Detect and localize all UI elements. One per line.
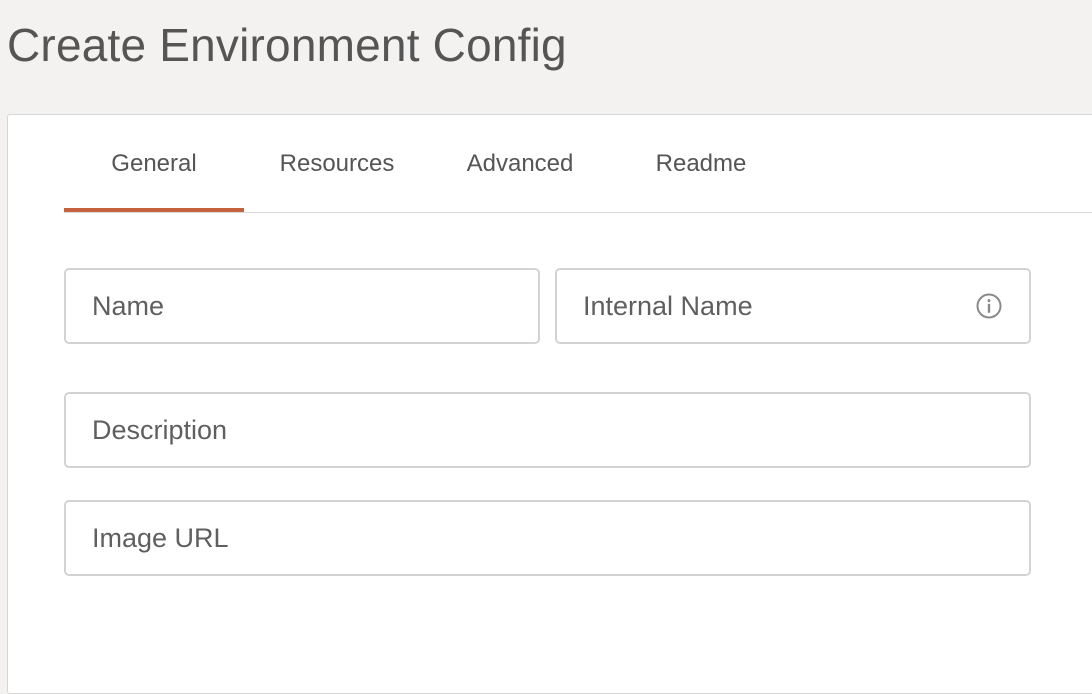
- name-input[interactable]: [92, 270, 484, 342]
- image-url-input[interactable]: [92, 502, 975, 574]
- tab-bar: General Resources Advanced Readme: [64, 115, 1092, 213]
- internal-name-field: [555, 268, 1031, 344]
- description-input[interactable]: [92, 394, 975, 466]
- form-card: General Resources Advanced Readme: [7, 114, 1092, 694]
- name-field: [64, 268, 540, 344]
- page-title: Create Environment Config: [7, 19, 567, 71]
- tab-advanced[interactable]: Advanced: [450, 115, 590, 212]
- tab-readme[interactable]: Readme: [636, 115, 766, 212]
- tab-general[interactable]: General: [64, 115, 244, 212]
- internal-name-input[interactable]: [583, 270, 975, 342]
- info-icon[interactable]: [975, 292, 1003, 320]
- tab-resources[interactable]: Resources: [264, 115, 410, 212]
- image-url-field: [64, 500, 1031, 576]
- description-field: [64, 392, 1031, 468]
